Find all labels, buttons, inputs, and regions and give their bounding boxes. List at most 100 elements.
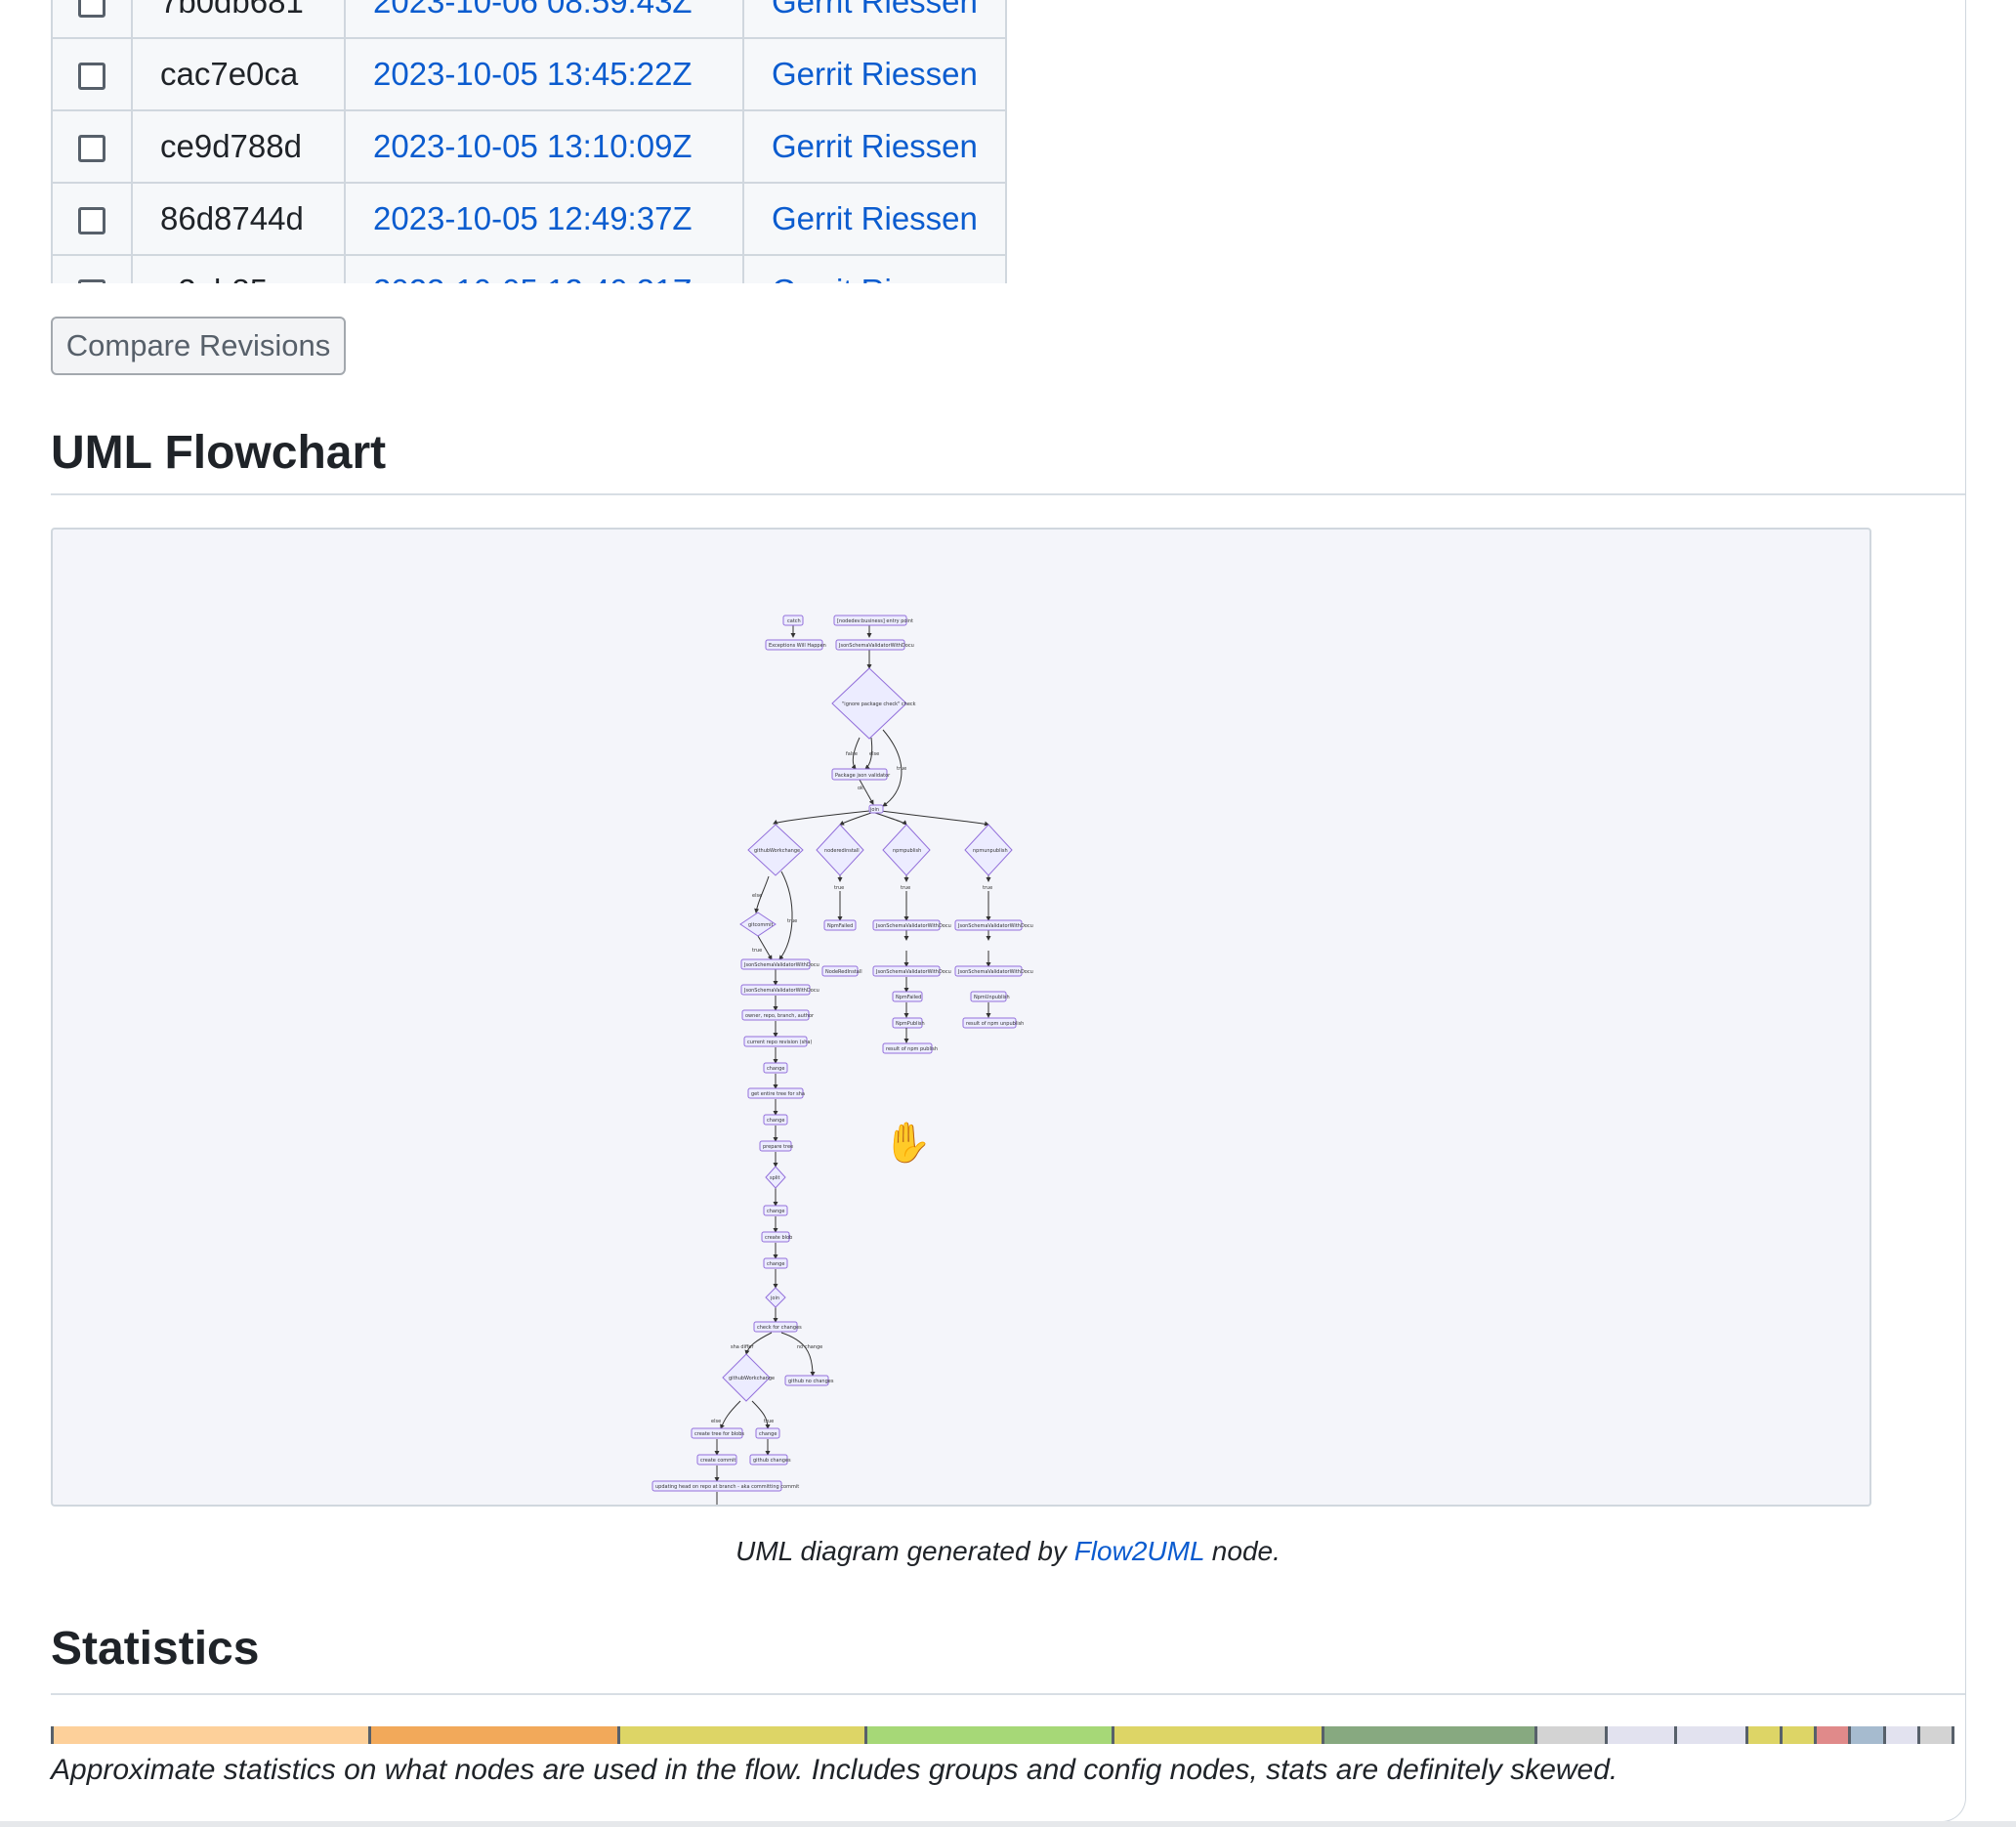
- uml-node: JsonSchemaValidatorWithDocu: [872, 965, 951, 977]
- uml-edge-label: else: [752, 893, 762, 899]
- uml-node: github no changes: [784, 1375, 834, 1386]
- statistics-heading: Statistics: [51, 1623, 260, 1675]
- uml-node: updating head on repo at branch - aka co…: [651, 1480, 799, 1492]
- revision-date-link[interactable]: 2023-10-05 12:40:31Z: [373, 273, 693, 283]
- uml-edge-label: else: [869, 751, 879, 757]
- revision-author-link[interactable]: Gerrit Riessen: [772, 273, 978, 283]
- uml-node: noderedinstall: [816, 824, 864, 876]
- svg-text:githubWorkchange: githubWorkchange: [754, 848, 800, 854]
- statistics-segment: [1674, 1726, 1745, 1744]
- statistics-segment: [368, 1726, 618, 1744]
- revision-checkbox[interactable]: [78, 207, 105, 235]
- uml-edge-label: no change: [797, 1344, 822, 1350]
- uml-node: githubWorkchange: [747, 824, 804, 876]
- svg-text:change: change: [767, 1209, 784, 1214]
- node-usage-statistics-bar: [51, 1726, 1965, 1744]
- uml-node: JsonSchemaValidatorWithDocu: [872, 919, 951, 931]
- revision-date-link[interactable]: 2023-10-05 13:45:22Z: [373, 56, 693, 92]
- svg-text:[nodedev:business] entry point: [nodedev:business] entry point: [837, 618, 913, 624]
- uml-node: change: [763, 1114, 788, 1126]
- revision-date-link[interactable]: 2023-10-05 13:10:09Z: [373, 128, 693, 164]
- revisions-table: 7b0db681 2023-10-06 08:59:43Z Gerrit Rie…: [51, 0, 1007, 283]
- statistics-segment: [1848, 1726, 1883, 1744]
- svg-text:NpmFailed: NpmFailed: [896, 995, 921, 1000]
- table-row: 86d8744d 2023-10-05 12:49:37Z Gerrit Rie…: [51, 182, 1007, 256]
- svg-text:create blob: create blob: [765, 1235, 792, 1241]
- uml-node: create commit: [696, 1454, 737, 1466]
- flow2uml-link[interactable]: Flow2UML: [1074, 1536, 1204, 1566]
- revision-author-link[interactable]: Gerrit Riessen: [772, 200, 978, 236]
- svg-text:JsonSchemaValidatorWithDocu: JsonSchemaValidatorWithDocu: [743, 988, 819, 994]
- uml-node: change: [763, 1062, 788, 1074]
- uml-node: NpmFailed: [892, 991, 923, 1002]
- uml-node: github changes: [749, 1454, 791, 1466]
- uml-node: githubWorkchange: [722, 1353, 775, 1402]
- uml-node: NodeRedInstall: [821, 965, 862, 977]
- uml-node: result of npm unpublish: [962, 1017, 1024, 1029]
- uml-node: [nodedev:business] entry point: [833, 615, 913, 626]
- uml-edge-label: true: [901, 885, 910, 891]
- revision-checkbox[interactable]: [78, 135, 105, 163]
- revisions-table-container[interactable]: 7b0db681 2023-10-06 08:59:43Z Gerrit Rie…: [51, 0, 1043, 283]
- svg-text:JsonSchemaValidatorWithDocu: JsonSchemaValidatorWithDocu: [875, 969, 951, 975]
- uml-node: JsonSchemaValidatorWithDocu: [835, 639, 914, 651]
- uml-node: npmunpublish: [964, 824, 1013, 876]
- uml-node: get entire tree for sha: [747, 1087, 805, 1099]
- svg-text:owner, repo, branch, author: owner, repo, branch, author: [745, 1013, 815, 1019]
- svg-text:NpmUnpublish: NpmUnpublish: [974, 995, 1010, 1000]
- svg-text:"ignore package check" check: "ignore package check" check: [842, 701, 916, 707]
- svg-text:updating head on repo at branc: updating head on repo at branch - aka co…: [655, 1484, 799, 1490]
- uml-node: join: [868, 804, 884, 814]
- uml-edge-label: true: [764, 1419, 774, 1424]
- uml-node: owner, repo, branch, author: [741, 1009, 815, 1021]
- uml-nodes: catch Exceptions Will Happen [nodedev:bu…: [651, 615, 1033, 1492]
- grab-hand-cursor-icon: ✋: [883, 1122, 932, 1165]
- uml-node: result of npm publish: [882, 1042, 938, 1054]
- revision-checkbox[interactable]: [78, 0, 105, 19]
- uml-caption-suffix: node.: [1211, 1536, 1281, 1566]
- svg-text:npmunpublish: npmunpublish: [973, 848, 1008, 854]
- revision-date-link[interactable]: 2023-10-05 12:49:37Z: [373, 200, 693, 236]
- uml-edge-label: false: [846, 751, 858, 757]
- uml-node: prepare tree: [759, 1140, 793, 1152]
- statistics-segment: [1779, 1726, 1815, 1744]
- svg-text:JsonSchemaValidatorWithDocu: JsonSchemaValidatorWithDocu: [957, 969, 1033, 975]
- uml-diagram-viewport[interactable]: false else true ok else true true true t…: [51, 528, 1871, 1507]
- uml-node: Package json validator: [831, 768, 891, 781]
- table-row: cac7e0ca 2023-10-05 13:45:22Z Gerrit Rie…: [51, 37, 1007, 111]
- uml-node: gitcommit: [739, 912, 777, 937]
- svg-text:join: join: [869, 807, 879, 813]
- revision-checkbox[interactable]: [78, 279, 105, 283]
- svg-text:npmpublish: npmpublish: [893, 848, 921, 854]
- svg-text:change: change: [767, 1118, 784, 1124]
- uml-node: check for changes: [753, 1321, 802, 1333]
- uml-edge-label: true: [983, 885, 992, 891]
- statistics-segment: [1882, 1726, 1917, 1744]
- table-row: 7b0db681 2023-10-06 08:59:43Z Gerrit Rie…: [51, 0, 1007, 39]
- statistics-segment: [1916, 1726, 1953, 1744]
- table-row: e3ab85e 2023-10-05 12:40:31Z Gerrit Ries…: [51, 254, 1007, 283]
- uml-node: split: [765, 1166, 786, 1189]
- uml-node: NpmUnpublish: [970, 991, 1010, 1002]
- uml-node: catch: [782, 615, 804, 626]
- statistics-segment: [1322, 1726, 1534, 1744]
- uml-node: Exceptions Will Happen: [765, 639, 826, 651]
- table-row: ce9d788d 2023-10-05 13:10:09Z Gerrit Rie…: [51, 109, 1007, 184]
- svg-text:catch: catch: [787, 618, 801, 624]
- compare-revisions-button[interactable]: Compare Revisions: [51, 317, 346, 375]
- uml-node: join: [765, 1287, 786, 1308]
- uml-edge-label: true: [897, 766, 906, 772]
- revision-author-link[interactable]: Gerrit Riessen: [772, 128, 978, 164]
- svg-text:NpmPublish: NpmPublish: [896, 1021, 925, 1027]
- revision-checkbox[interactable]: [78, 63, 105, 91]
- uml-flowchart-heading: UML Flowchart: [51, 427, 387, 479]
- revision-author-link[interactable]: Gerrit Riessen: [772, 0, 978, 20]
- revision-author-link[interactable]: Gerrit Riessen: [772, 56, 978, 92]
- uml-node: JsonSchemaValidatorWithDocu: [740, 958, 819, 970]
- revision-date-link[interactable]: 2023-10-06 08:59:43Z: [373, 0, 693, 20]
- svg-text:result of npm unpublish: result of npm unpublish: [966, 1021, 1024, 1027]
- svg-text:github no changes: github no changes: [788, 1379, 834, 1384]
- uml-node: JsonSchemaValidatorWithDocu: [740, 984, 819, 996]
- uml-caption: UML diagram generated by Flow2UML node.: [0, 1536, 1965, 1567]
- revision-hash: ce9d788d: [131, 109, 346, 184]
